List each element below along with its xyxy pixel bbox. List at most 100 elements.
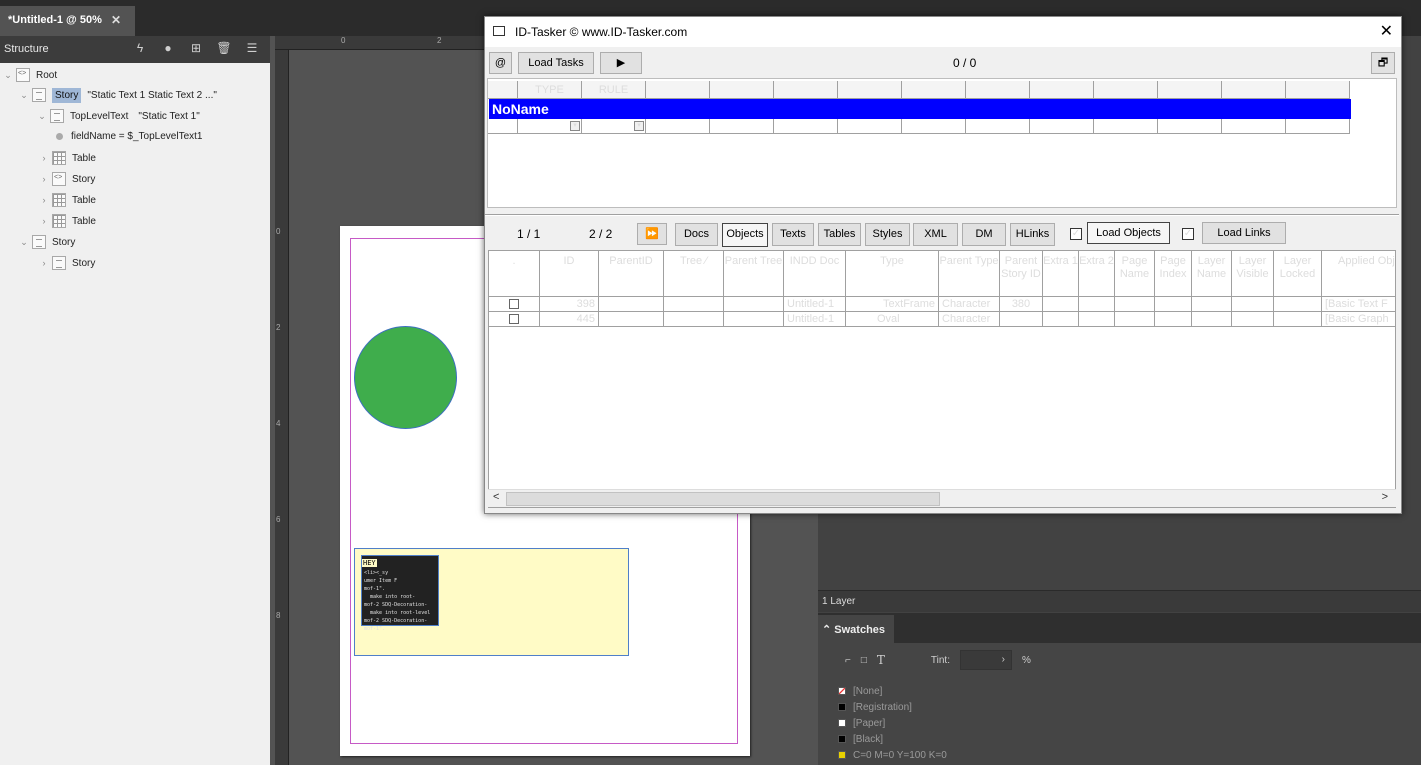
cell-type[interactable]: TextFrame: [846, 297, 939, 312]
fill-stroke-swap-icon[interactable]: ⌐: [845, 655, 851, 666]
cell-extra-2[interactable]: [1079, 312, 1115, 327]
cell-extra-2[interactable]: [1079, 297, 1115, 312]
column-header-parent-type[interactable]: Parent Type: [939, 251, 1000, 297]
rule-cell[interactable]: [710, 119, 774, 134]
tree-node-table-3[interactable]: › Table: [38, 212, 96, 230]
add-element-icon[interactable]: ⊞: [188, 40, 204, 56]
chevron-right-icon[interactable]: ›: [38, 195, 50, 205]
tree-node-table-1[interactable]: › Table: [38, 149, 96, 167]
tab-xml[interactable]: XML: [913, 223, 958, 246]
chevron-down-icon[interactable]: ⌄: [2, 70, 14, 81]
tree-node-story-3[interactable]: ⌄ Story: [18, 233, 75, 251]
column-header-select[interactable]: .: [489, 251, 540, 297]
cell-applied-obj[interactable]: [Basic Graph: [1322, 312, 1395, 327]
column-header-page-name[interactable]: Page Name: [1115, 251, 1155, 297]
tab-tables[interactable]: Tables: [818, 223, 861, 246]
cell-parent-type[interactable]: Character: [939, 297, 1000, 312]
tab-objects[interactable]: Objects: [722, 223, 768, 247]
cell-parent-story-id[interactable]: 380: [1000, 297, 1043, 312]
column-header-parent-story-id[interactable]: Parent Story ID: [1000, 251, 1043, 297]
row-checkbox[interactable]: [509, 299, 519, 309]
dropdown-arrow-icon[interactable]: ▾: [634, 121, 644, 131]
load-links-checkbox[interactable]: ✓: [1182, 228, 1194, 240]
row-checkbox[interactable]: [509, 314, 519, 324]
column-header-id[interactable]: ID: [540, 251, 599, 297]
task-rule-grid[interactable]: TYPE RULE NoName ▾ ▾: [487, 78, 1397, 208]
cell-page-index[interactable]: [1155, 312, 1192, 327]
cell-page-name[interactable]: [1115, 312, 1155, 327]
cell-layer-name[interactable]: [1192, 297, 1232, 312]
rule-cell[interactable]: [838, 119, 902, 134]
cell-parent-story-id[interactable]: [1000, 312, 1043, 327]
chevron-down-icon[interactable]: ⌄: [18, 90, 30, 101]
scroll-right-icon[interactable]: >: [1382, 491, 1388, 503]
green-oval-object[interactable]: [354, 326, 457, 429]
cell-tree[interactable]: [664, 312, 724, 327]
menu-icon[interactable]: ☰: [244, 40, 260, 56]
cell-parent-type[interactable]: Character: [939, 312, 1000, 327]
rule-grid-header[interactable]: [646, 81, 710, 99]
tab-docs[interactable]: Docs: [675, 223, 718, 246]
scroll-left-icon[interactable]: <: [493, 491, 499, 503]
close-tab-icon[interactable]: ✕: [111, 13, 121, 27]
column-header-tree[interactable]: Tree ⁄: [664, 251, 724, 297]
rule-cell[interactable]: [966, 119, 1030, 134]
cell-layer-name[interactable]: [1192, 312, 1232, 327]
id-tasker-titlebar[interactable]: ID-Tasker © www.ID-Tasker.com ✕: [485, 17, 1401, 47]
panel-collapse-icon[interactable]: ⌃: [822, 624, 834, 636]
cell-applied-obj[interactable]: [Basic Text F: [1322, 297, 1395, 312]
swatch-item-yellow[interactable]: C=0 M=0 Y=100 K=0: [818, 747, 1421, 763]
objects-grid-hscrollbar[interactable]: < >: [488, 489, 1396, 507]
column-header-extra-1[interactable]: Extra 1: [1043, 251, 1079, 297]
cell-type[interactable]: Oval: [846, 312, 939, 327]
cell-layer-locked[interactable]: [1274, 297, 1322, 312]
tree-node-story-4[interactable]: › Story: [38, 254, 95, 272]
rule-row-noname[interactable]: NoName: [489, 99, 1351, 119]
tree-node-story-1[interactable]: ⌄ Story "Static Text 1 Static Text 2 ...…: [18, 86, 217, 104]
chevron-right-icon[interactable]: ›: [38, 258, 50, 268]
rule-grid-header[interactable]: [838, 81, 902, 99]
cell-indd-doc[interactable]: Untitled-1: [784, 312, 846, 327]
rule-cell[interactable]: [1158, 119, 1222, 134]
lightning-icon[interactable]: ϟ: [132, 40, 148, 56]
cell-page-name[interactable]: [1115, 297, 1155, 312]
play-button[interactable]: ▶: [600, 52, 642, 74]
cell-layer-locked[interactable]: [1274, 312, 1322, 327]
load-tasks-button[interactable]: Load Tasks: [518, 52, 594, 74]
load-objects-checkbox[interactable]: ✓: [1070, 228, 1082, 240]
rule-type-select[interactable]: ▾: [518, 119, 582, 134]
swatches-tab[interactable]: ⌃ Swatches: [818, 615, 894, 643]
tree-node-story-2[interactable]: › Story: [38, 170, 95, 188]
panel-splitter[interactable]: [485, 214, 1399, 216]
fast-forward-button[interactable]: ⏩: [637, 223, 667, 245]
row-select-cell[interactable]: [489, 297, 540, 312]
swatch-item-paper[interactable]: [Paper]: [818, 715, 1421, 731]
rule-cell[interactable]: [1286, 119, 1350, 134]
rule-cell[interactable]: [902, 119, 966, 134]
rule-cell[interactable]: [646, 119, 710, 134]
cell-page-index[interactable]: [1155, 297, 1192, 312]
rule-grid-header[interactable]: [1286, 81, 1350, 99]
load-objects-button[interactable]: Load Objects: [1087, 222, 1170, 244]
column-header-parent-tree[interactable]: Parent Tree: [724, 251, 784, 297]
rule-cell[interactable]: [1222, 119, 1286, 134]
column-header-applied-obj[interactable]: Applied Obj: [1322, 251, 1395, 297]
rule-grid-header[interactable]: [1158, 81, 1222, 99]
chevron-right-icon[interactable]: ›: [38, 216, 50, 226]
column-header-parent-id[interactable]: ParentID: [599, 251, 664, 297]
swatch-item-registration[interactable]: [Registration]: [818, 699, 1421, 715]
cell-extra-1[interactable]: [1043, 312, 1079, 327]
swatch-item-none[interactable]: [None]: [818, 683, 1421, 699]
rule-grid-header[interactable]: [902, 81, 966, 99]
column-header-layer-visible[interactable]: Layer Visible: [1232, 251, 1274, 297]
objects-grid[interactable]: . ID ParentID Tree ⁄ Parent Tree INDD Do…: [488, 250, 1396, 508]
tab-hlinks[interactable]: HLinks: [1010, 223, 1055, 246]
restore-window-button[interactable]: 🗗: [1371, 52, 1395, 74]
rule-grid-header-rule[interactable]: RULE: [582, 81, 646, 99]
column-header-type[interactable]: Type: [846, 251, 939, 297]
cell-id[interactable]: 398: [540, 297, 599, 312]
swatch-item-black[interactable]: [Black]: [818, 731, 1421, 747]
rule-grid-header[interactable]: [1094, 81, 1158, 99]
column-header-page-index[interactable]: Page Index: [1155, 251, 1192, 297]
rule-cell[interactable]: [774, 119, 838, 134]
